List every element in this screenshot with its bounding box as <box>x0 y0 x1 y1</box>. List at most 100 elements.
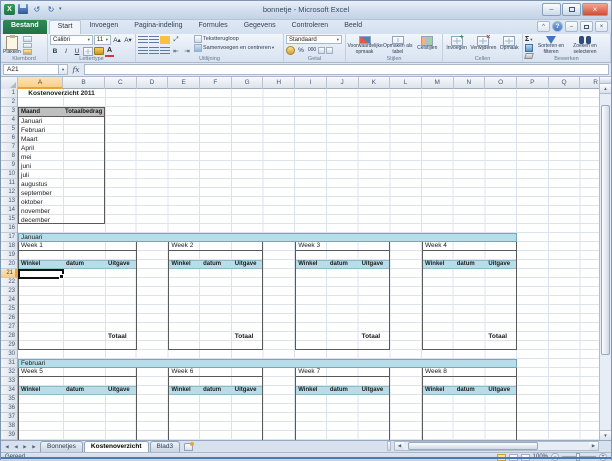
align-left-button[interactable] <box>138 47 148 55</box>
month-cell[interactable]: oktober <box>19 198 104 207</box>
conditional-formatting-button[interactable]: Voorwaardelijke opmaak <box>348 35 383 55</box>
column-header[interactable]: H <box>263 77 296 89</box>
ribbon-tab[interactable]: Start <box>48 20 82 34</box>
column-header[interactable]: J <box>327 77 359 89</box>
row-header[interactable]: 20 <box>1 260 17 269</box>
month-cell[interactable]: september <box>19 189 104 198</box>
spreadsheet-grid[interactable]: Kostenoverzicht 2011 Maand Totaalbedrag … <box>18 89 601 440</box>
next-sheet-button[interactable]: ▶ <box>21 442 29 451</box>
week-block[interactable]: Week 1 Winkel datum Uitgave Totaal <box>18 242 137 350</box>
name-box-dropdown[interactable]: ▾ <box>59 64 68 75</box>
last-sheet-button[interactable]: ▶ <box>30 442 38 451</box>
row-header[interactable]: 13 <box>1 197 17 206</box>
section-banner[interactable]: Januari <box>18 233 517 242</box>
column-header[interactable]: Q <box>549 77 581 89</box>
week-block[interactable]: Week 4 Winkel datum Uitgave Totaal <box>422 242 518 350</box>
month-cell[interactable]: november <box>19 207 104 216</box>
first-sheet-button[interactable]: ◀ <box>3 442 11 451</box>
column-header[interactable]: M <box>422 77 454 89</box>
row-header[interactable]: 15 <box>1 215 17 224</box>
month-cell[interactable]: mei <box>19 153 104 162</box>
column-header[interactable]: E <box>168 77 201 89</box>
row-header[interactable]: 7 <box>1 143 17 152</box>
column-header[interactable]: F <box>200 77 232 89</box>
column-header[interactable]: P <box>517 77 549 89</box>
borders-button[interactable] <box>83 46 93 56</box>
month-cell[interactable]: juni <box>19 162 104 171</box>
row-header[interactable]: 24 <box>1 296 17 305</box>
increase-decimal-button[interactable] <box>318 46 325 54</box>
month-cell[interactable]: April <box>19 144 104 153</box>
align-middle-button[interactable] <box>149 36 159 44</box>
decrease-indent-button[interactable]: ⇤ <box>171 46 181 56</box>
vertical-scrollbar[interactable]: ▲ ▼ <box>599 77 611 440</box>
row-header[interactable]: 22 <box>1 278 17 287</box>
sheet-tab[interactable]: Bonnetjes <box>40 441 83 452</box>
row-header[interactable]: 14 <box>1 206 17 215</box>
row-header[interactable]: 17 <box>1 233 17 242</box>
row-header[interactable]: 18 <box>1 242 17 251</box>
align-right-button[interactable] <box>160 47 170 55</box>
accounting-format-button[interactable] <box>286 45 295 55</box>
workbook-restore-button[interactable] <box>580 21 593 32</box>
formula-input[interactable] <box>84 64 609 75</box>
ribbon-tab[interactable]: Bestand <box>3 20 47 34</box>
scroll-up-button[interactable]: ▲ <box>600 84 611 94</box>
ribbon-tab[interactable]: Pagina-indeling <box>126 20 190 34</box>
month-table[interactable]: Maand Totaalbedrag Januari Februari Maart A… <box>18 107 105 224</box>
horizontal-scrollbar[interactable]: ◀ ▶ <box>394 441 599 451</box>
bold-button[interactable]: B <box>50 46 60 56</box>
column-header[interactable]: O <box>485 77 517 89</box>
week-block[interactable]: Week 2 Winkel datum Uitgave Totaal <box>168 242 264 350</box>
row-header[interactable]: 39 <box>1 431 17 440</box>
row-header[interactable]: 12 <box>1 188 17 197</box>
scroll-left-button[interactable]: ◀ <box>395 442 404 450</box>
row-header[interactable]: 37 <box>1 413 17 422</box>
week-block[interactable]: Week 7 WinkeldatumUitgave Totaal <box>295 368 391 440</box>
orientation-button[interactable]: ⤢ <box>171 35 181 45</box>
column-header[interactable]: C <box>105 77 137 89</box>
copy-button[interactable] <box>22 42 32 49</box>
column-header[interactable]: K <box>359 77 391 89</box>
column-header[interactable]: L <box>390 77 422 89</box>
restore-button[interactable] <box>562 3 581 16</box>
row-header[interactable]: 34 <box>1 386 17 395</box>
vertical-scroll-thumb[interactable] <box>601 105 610 355</box>
row-header[interactable]: 36 <box>1 404 17 413</box>
column-header[interactable]: N <box>454 77 486 89</box>
column-header[interactable]: A <box>18 77 63 89</box>
select-all-corner[interactable] <box>1 77 18 89</box>
format-painter-button[interactable] <box>22 49 32 56</box>
sheet-title-cell[interactable]: Kostenoverzicht 2011 <box>18 89 105 98</box>
comma-style-button[interactable]: 000 <box>307 45 317 55</box>
percent-style-button[interactable]: % <box>296 45 306 55</box>
decrease-decimal-button[interactable] <box>326 46 333 54</box>
ribbon-tab[interactable]: Invoegen <box>81 20 126 34</box>
row-header[interactable]: 8 <box>1 152 17 161</box>
help-button[interactable]: ? <box>552 21 563 32</box>
row-header[interactable]: 32 <box>1 368 17 377</box>
row-header[interactable]: 27 <box>1 323 17 332</box>
row-header[interactable]: 30 <box>1 350 17 359</box>
insert-worksheet-button[interactable] <box>181 441 195 452</box>
row-header[interactable]: 35 <box>1 395 17 404</box>
cell-styles-button[interactable]: Celstijlen <box>414 35 440 55</box>
underline-button[interactable]: U <box>72 46 82 56</box>
row-header[interactable]: 3 <box>1 107 17 116</box>
insert-cells-button[interactable]: Invoegen <box>445 34 468 55</box>
align-bottom-button[interactable] <box>160 36 170 44</box>
shrink-font-button[interactable]: A▾ <box>123 35 133 45</box>
delete-cells-button[interactable]: Verwijderen <box>470 34 496 55</box>
workbook-minimize-button[interactable]: – <box>565 21 578 32</box>
column-header[interactable]: B <box>63 77 105 89</box>
row-header[interactable]: 11 <box>1 179 17 188</box>
ribbon-tab[interactable]: Beeld <box>336 20 370 34</box>
active-cell-a21[interactable] <box>18 269 64 279</box>
row-header[interactable]: 33 <box>1 377 17 386</box>
italic-button[interactable]: I <box>61 46 71 56</box>
format-as-table-button[interactable]: Opmaken als tabel <box>383 35 412 55</box>
grow-font-button[interactable]: A▴ <box>112 35 122 45</box>
row-header[interactable]: 19 <box>1 251 17 260</box>
row-header[interactable]: 38 <box>1 422 17 431</box>
name-box[interactable]: A21 <box>3 64 59 75</box>
